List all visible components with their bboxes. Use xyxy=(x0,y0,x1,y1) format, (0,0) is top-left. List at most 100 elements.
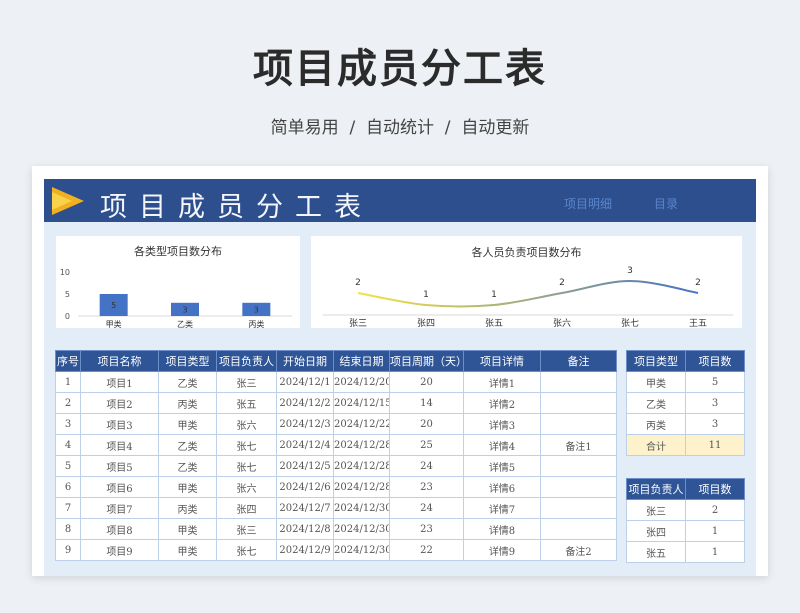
main-table-cell[interactable]: 2024/12/8 xyxy=(276,518,334,540)
main-table-cell[interactable]: 2024/12/30 xyxy=(333,497,390,519)
main-table-cell[interactable]: 2024/12/20 xyxy=(333,371,390,393)
main-table-cell[interactable]: 张四 xyxy=(216,497,277,519)
main-table-cell[interactable]: 张三 xyxy=(216,518,277,540)
main-table-cell[interactable]: 2024/12/28 xyxy=(333,476,390,498)
main-table-cell[interactable]: 张七 xyxy=(216,455,277,477)
main-table-cell[interactable] xyxy=(540,371,617,393)
main-table-cell[interactable]: 甲类 xyxy=(158,476,217,498)
main-table-cell[interactable]: 25 xyxy=(389,434,464,456)
main-table-cell[interactable]: 7 xyxy=(55,497,81,519)
main-table-cell[interactable]: 2024/12/28 xyxy=(333,434,390,456)
main-table-cell[interactable]: 6 xyxy=(55,476,81,498)
main-table-cell[interactable] xyxy=(540,413,617,435)
main-table-cell[interactable]: 项目3 xyxy=(80,413,159,435)
type-table-total-cell[interactable]: 11 xyxy=(685,434,745,456)
main-table-cell[interactable]: 详情9 xyxy=(463,539,541,561)
main-table-cell[interactable]: 张三 xyxy=(216,371,277,393)
main-table-cell[interactable]: 乙类 xyxy=(158,371,217,393)
main-table-cell[interactable]: 2024/12/4 xyxy=(276,434,334,456)
main-table-cell[interactable]: 张六 xyxy=(216,413,277,435)
main-table-cell[interactable]: 详情8 xyxy=(463,518,541,540)
person-table-cell[interactable]: 1 xyxy=(685,520,745,542)
main-table-cell[interactable] xyxy=(540,518,617,540)
main-table-cell[interactable]: 项目7 xyxy=(80,497,159,519)
main-table-cell[interactable]: 23 xyxy=(389,518,464,540)
main-table-cell[interactable]: 项目9 xyxy=(80,539,159,561)
main-table-cell[interactable] xyxy=(540,497,617,519)
main-table-cell[interactable]: 2 xyxy=(55,392,81,414)
main-table-cell[interactable]: 24 xyxy=(389,497,464,519)
main-table-cell[interactable]: 张五 xyxy=(216,392,277,414)
main-table-cell[interactable]: 2024/12/28 xyxy=(333,455,390,477)
main-table-cell[interactable]: 1 xyxy=(55,371,81,393)
main-table-cell[interactable]: 24 xyxy=(389,455,464,477)
main-table-cell[interactable]: 张七 xyxy=(216,539,277,561)
main-table-cell[interactable]: 2024/12/1 xyxy=(276,371,334,393)
main-table-cell[interactable]: 详情5 xyxy=(463,455,541,477)
main-table-cell[interactable]: 5 xyxy=(55,455,81,477)
line-data-label: 3 xyxy=(627,266,633,276)
catalog-link[interactable]: 目录 xyxy=(654,195,678,212)
main-table-cell[interactable]: 8 xyxy=(55,518,81,540)
main-table-cell[interactable]: 2024/12/30 xyxy=(333,539,390,561)
type-table-cell[interactable]: 5 xyxy=(685,371,745,393)
main-table-row: 6 项目6 甲类 张六 2024/12/6 2024/12/28 23 详情6 xyxy=(55,476,617,498)
type-table-total-cell[interactable]: 合计 xyxy=(626,434,686,456)
main-table-cell[interactable]: 乙类 xyxy=(158,434,217,456)
main-table-cell[interactable]: 张六 xyxy=(216,476,277,498)
main-table-cell[interactable]: 甲类 xyxy=(158,539,217,561)
type-table-cell[interactable]: 丙类 xyxy=(626,413,686,435)
main-table-cell[interactable]: 项目8 xyxy=(80,518,159,540)
type-table-cell[interactable]: 3 xyxy=(685,413,745,435)
main-table-cell[interactable]: 2024/12/3 xyxy=(276,413,334,435)
type-table-cell[interactable]: 3 xyxy=(685,392,745,414)
main-table-cell[interactable]: 详情4 xyxy=(463,434,541,456)
main-table-cell[interactable]: 2024/12/9 xyxy=(276,539,334,561)
main-table-cell[interactable]: 备注1 xyxy=(540,434,617,456)
main-table-cell[interactable]: 23 xyxy=(389,476,464,498)
main-table-cell[interactable]: 项目5 xyxy=(80,455,159,477)
main-table-cell[interactable] xyxy=(540,455,617,477)
person-table-cell[interactable]: 张三 xyxy=(626,499,686,521)
main-table-cell[interactable]: 4 xyxy=(55,434,81,456)
main-table-cell[interactable]: 备注2 xyxy=(540,539,617,561)
main-table-cell[interactable]: 详情1 xyxy=(463,371,541,393)
main-table-cell[interactable]: 甲类 xyxy=(158,518,217,540)
person-table-cell[interactable]: 张五 xyxy=(626,541,686,563)
main-table-cell[interactable]: 详情2 xyxy=(463,392,541,414)
main-table-cell[interactable] xyxy=(540,392,617,414)
main-table-cell[interactable]: 20 xyxy=(389,371,464,393)
main-table-cell[interactable]: 详情3 xyxy=(463,413,541,435)
main-table-cell[interactable]: 项目2 xyxy=(80,392,159,414)
main-table-cell[interactable]: 22 xyxy=(389,539,464,561)
main-table-cell[interactable]: 2024/12/30 xyxy=(333,518,390,540)
person-table-cell[interactable]: 2 xyxy=(685,499,745,521)
main-table-cell[interactable]: 20 xyxy=(389,413,464,435)
main-table-cell[interactable]: 项目4 xyxy=(80,434,159,456)
main-table-cell[interactable]: 项目6 xyxy=(80,476,159,498)
main-table-cell[interactable]: 丙类 xyxy=(158,497,217,519)
main-table-cell[interactable]: 2024/12/7 xyxy=(276,497,334,519)
main-table-cell[interactable]: 14 xyxy=(389,392,464,414)
main-table-cell[interactable]: 2024/12/15 xyxy=(333,392,390,414)
type-table-cell[interactable]: 甲类 xyxy=(626,371,686,393)
main-table-cell[interactable]: 2024/12/22 xyxy=(333,413,390,435)
main-table-cell[interactable]: 甲类 xyxy=(158,413,217,435)
person-table-cell[interactable]: 1 xyxy=(685,541,745,563)
main-table-cell[interactable]: 详情6 xyxy=(463,476,541,498)
main-table-cell[interactable]: 详情7 xyxy=(463,497,541,519)
main-table-cell[interactable]: 9 xyxy=(55,539,81,561)
main-table-cell[interactable]: 3 xyxy=(55,413,81,435)
main-table-cell[interactable] xyxy=(540,476,617,498)
main-table-cell[interactable]: 项目1 xyxy=(80,371,159,393)
project-detail-link[interactable]: 项目明细 xyxy=(564,195,612,212)
main-table-cell[interactable]: 2024/12/5 xyxy=(276,455,334,477)
main-table-cell[interactable]: 2024/12/2 xyxy=(276,392,334,414)
type-table-cell[interactable]: 乙类 xyxy=(626,392,686,414)
main-table-cell[interactable]: 乙类 xyxy=(158,455,217,477)
main-table-cell[interactable]: 丙类 xyxy=(158,392,217,414)
person-table-cell[interactable]: 张四 xyxy=(626,520,686,542)
line-data-label: 1 xyxy=(491,290,497,300)
main-table-cell[interactable]: 2024/12/6 xyxy=(276,476,334,498)
main-table-cell[interactable]: 张七 xyxy=(216,434,277,456)
